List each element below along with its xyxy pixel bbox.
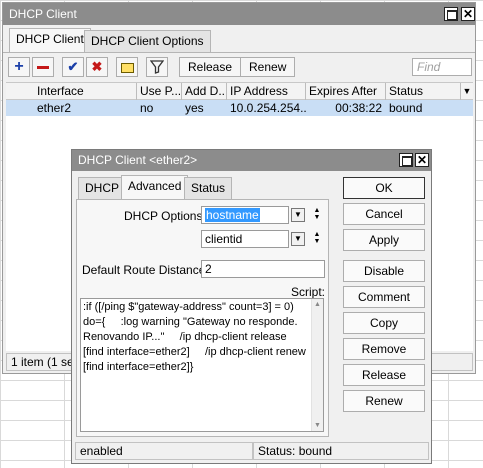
scroll-down-arrow[interactable]: ▼ [314,422,321,429]
column-header-use-peer[interactable]: Use P... [137,83,182,101]
dhcp-option-hostname-updown[interactable]: ▲ ▼ [312,207,322,223]
main-title-bar[interactable]: DHCP Client [3,3,475,25]
apply-button[interactable]: Apply [343,229,425,251]
dhcp-option-clientid-updown[interactable]: ▲ ▼ [312,231,322,247]
remove-button[interactable] [32,57,54,77]
dhcp-option-clientid-value: clientid [205,232,243,246]
table-row[interactable]: ether2 no yes 10.0.254.254... 00:38:22 b… [6,100,473,116]
script-label: Script: [291,285,326,299]
cell-add-default: yes [185,101,204,115]
tab-advanced[interactable]: Advanced [121,175,189,199]
tab-dhcp[interactable]: DHCP [78,177,127,199]
cell-use-peer: no [140,101,154,115]
advanced-panel: DHCP Options: hostname ▼ ▲ ▼ clientid ▼ ▲… [76,199,329,437]
release-button[interactable]: Release [179,57,242,77]
check-icon: ✔ [67,59,79,74]
script-textarea[interactable]: :if ([/ping $"gateway-address" count=3] … [80,298,324,432]
script-text: :if ([/ping $"gateway-address" count=3] … [83,300,311,375]
script-line: :if ([/ping $"gateway-address" count=3] … [83,301,294,313]
remove-button[interactable]: Remove [343,338,425,360]
dhcp-client-ether2-dialog: DHCP Client <ether2> ✕ DHCP Advanced Sta… [71,149,432,464]
release-button[interactable]: Release [343,364,425,386]
enable-button[interactable]: ✔ [62,57,84,77]
script-line: [find interface=ether2] /ip dhcp-client … [83,346,306,358]
ok-button[interactable]: OK [343,177,425,199]
dhcp-option-hostname-dropdown[interactable]: ▼ [291,208,305,222]
copy-button[interactable]: Copy [343,312,425,334]
dialog-status-left-text: enabled [80,444,123,458]
comment-button[interactable] [116,57,138,77]
maximize-button[interactable] [444,7,458,21]
dialog-title-bar[interactable]: DHCP Client <ether2> [72,150,431,171]
add-button[interactable]: + [8,57,30,77]
note-icon [120,62,134,73]
dhcp-options-label: DHCP Options: [124,209,206,223]
cell-status: bound [389,101,423,115]
main-title: DHCP Client [9,7,77,21]
dialog-maximize-button[interactable] [399,153,413,167]
renew-button[interactable]: Renew [240,57,296,77]
find-input[interactable]: Find [412,58,472,76]
dialog-title: DHCP Client <ether2> [78,153,198,167]
column-menu-dropdown[interactable]: ▼ [461,83,473,99]
column-header-interface[interactable]: Interface [34,83,137,101]
close-button[interactable]: ✕ [461,7,475,21]
dhcp-option-clientid-field[interactable]: clientid [201,230,289,248]
dhcp-option-clientid-dropdown[interactable]: ▼ [291,232,305,246]
dialog-status-bound: Status: bound [253,442,429,460]
tab-dhcp-client-options[interactable]: DHCP Client Options [84,30,211,52]
tab-dhcp-client[interactable]: DHCP Client [9,28,91,52]
cell-expires-after: 00:38:22 [335,101,382,115]
script-line: [find interface=ether2]} [83,361,194,373]
column-header-ip-address[interactable]: IP Address [227,83,306,101]
dhcp-option-hostname-value: hostname [205,208,260,222]
column-header-expires-after[interactable]: Expires After [306,83,386,101]
filter-button[interactable] [146,57,168,77]
column-header-add-default[interactable]: Add D... [182,83,227,101]
x-icon: ✖ [91,59,103,74]
script-line: do={ :log warning "Gateway no responde. [83,316,298,328]
minus-icon [37,66,49,70]
filter-icon [149,60,165,74]
default-route-distance-label: Default Route Distance: [82,263,209,277]
dhcp-option-hostname-field[interactable]: hostname [201,206,289,224]
default-route-distance-field[interactable]: 2 [201,260,325,278]
scroll-up-arrow[interactable]: ▲ [314,301,321,308]
cell-interface: ether2 [37,101,72,115]
cell-ip-address: 10.0.254.254... [230,101,306,115]
renew-button[interactable]: Renew [343,390,425,412]
column-header-status[interactable]: Status [386,83,461,101]
disable-button[interactable]: Disable [343,260,425,282]
dialog-status-right-text: Status: bound [258,444,333,458]
comment-button[interactable]: Comment [343,286,425,308]
dialog-status-enabled: enabled [75,442,253,460]
plus-icon: + [14,58,24,75]
tab-status[interactable]: Status [184,177,233,199]
tab-panel-divider [3,52,475,53]
dialog-close-button[interactable]: ✕ [415,153,429,167]
script-line: Renovando IP..." /ip dhcp-client release [83,331,287,343]
script-scrollbar[interactable]: ▲ ▼ [311,299,323,431]
cancel-button[interactable]: Cancel [343,203,425,225]
disable-button[interactable]: ✖ [86,57,108,77]
table-header: Interface Use P... Add D... IP Address E… [6,82,473,101]
